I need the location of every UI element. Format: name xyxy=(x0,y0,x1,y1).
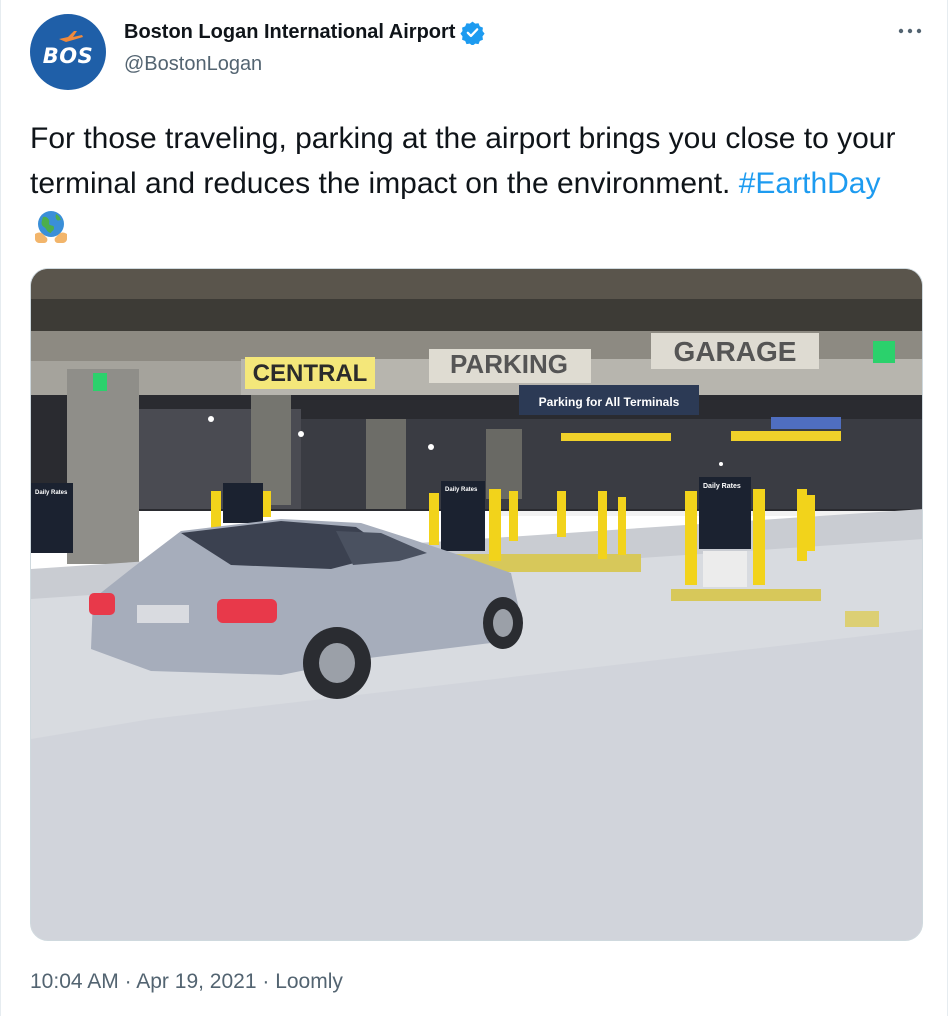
tweet-photo[interactable]: CENTRAL PARKING GARAGE Parking for All T… xyxy=(30,268,923,941)
sign-garage: GARAGE xyxy=(674,336,797,367)
sign-parking: PARKING xyxy=(450,349,568,379)
more-options-icon[interactable] xyxy=(897,22,923,40)
earth-globe-hands-icon xyxy=(35,211,67,243)
tweet-source[interactable]: Loomly xyxy=(275,970,343,993)
tweet-meta: 10:04 AM · Apr 19, 2021 · Loomly xyxy=(30,970,343,994)
tweet-text: For those traveling, parking at the airp… xyxy=(30,116,910,251)
avatar-text: BOS xyxy=(42,44,94,68)
author-handle[interactable]: @BostonLogan xyxy=(124,53,262,76)
rates-board-center: Daily Rates xyxy=(445,487,478,493)
author-name-row: Boston Logan International Airport xyxy=(124,20,486,45)
sign-central: CENTRAL xyxy=(253,360,368,387)
meta-separator: · xyxy=(256,970,276,993)
display-name[interactable]: Boston Logan International Airport xyxy=(124,21,455,44)
parking-garage-photo: CENTRAL PARKING GARAGE Parking for All T… xyxy=(31,269,922,940)
airplane-icon xyxy=(59,31,83,42)
tweet-date[interactable]: Apr 19, 2021 xyxy=(136,970,256,993)
hashtag-link[interactable]: #EarthDay xyxy=(739,167,881,200)
tweet-card: BOS Boston Logan International Airport @… xyxy=(0,0,948,1016)
tweet-time[interactable]: 10:04 AM xyxy=(30,970,119,993)
verified-badge-icon xyxy=(460,21,486,45)
rates-board-right: Daily Rates xyxy=(703,483,741,490)
avatar[interactable]: BOS xyxy=(30,14,106,90)
sign-overhead: Parking for All Terminals xyxy=(539,395,680,409)
meta-separator: · xyxy=(118,970,137,993)
rates-board-left: Daily Rates xyxy=(35,490,68,496)
